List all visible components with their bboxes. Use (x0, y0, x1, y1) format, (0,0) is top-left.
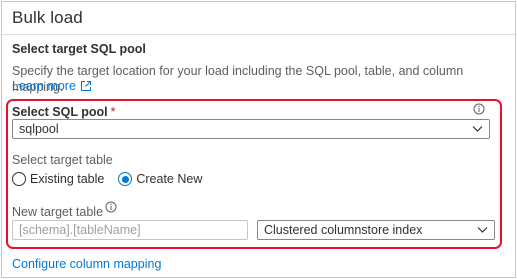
target-table-label: Select target table (12, 153, 113, 167)
new-table-name-input[interactable] (12, 220, 248, 240)
existing-table-radio[interactable]: Existing table (12, 172, 104, 186)
target-table-radio-group: Existing table Create New (12, 172, 216, 186)
sql-pool-value: sqlpool (19, 122, 59, 136)
existing-table-label: Existing table (30, 172, 105, 186)
required-mark: * (110, 105, 116, 119)
index-type-value: Clustered columnstore index (264, 223, 423, 237)
create-new-radio[interactable]: Create New (118, 172, 202, 186)
learn-more-label: Learn more (12, 79, 76, 93)
learn-more-link[interactable]: Learn more (12, 79, 92, 93)
external-link-icon (80, 81, 91, 91)
sql-pool-label: Select SQL pool * (12, 105, 116, 119)
create-new-label: Create New (136, 172, 203, 186)
index-type-dropdown[interactable]: Clustered columnstore index (257, 220, 495, 240)
existing-table-radio-circle[interactable] (12, 172, 26, 186)
new-table-label: New target table (12, 205, 104, 219)
bulk-load-panel: Bulk load Select target SQL pool Specify… (1, 1, 516, 278)
info-icon[interactable] (473, 103, 485, 115)
configure-column-mapping-link[interactable]: Configure column mapping (12, 257, 161, 271)
chevron-down-icon (472, 126, 483, 132)
panel-title: Bulk load (12, 8, 83, 27)
section-heading: Select target SQL pool (12, 42, 146, 56)
create-new-radio-circle[interactable] (118, 172, 133, 186)
chevron-down-icon (477, 227, 488, 233)
sql-pool-dropdown[interactable]: sqlpool (12, 119, 490, 139)
info-icon[interactable] (105, 201, 117, 213)
title-divider (2, 34, 515, 35)
